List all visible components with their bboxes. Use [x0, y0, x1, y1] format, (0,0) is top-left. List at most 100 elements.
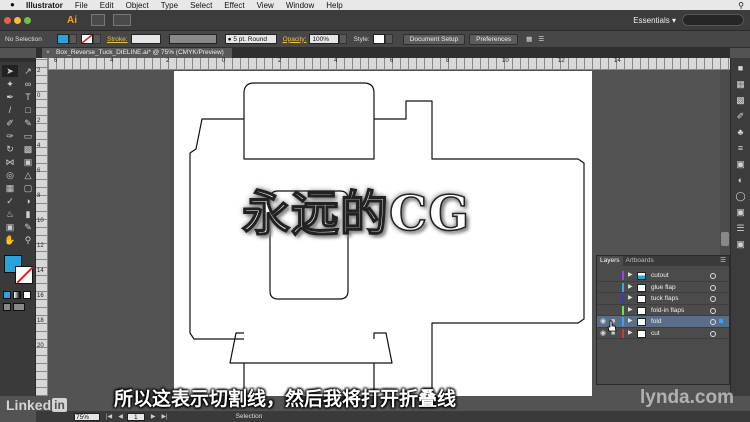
target-icon[interactable] — [710, 273, 716, 279]
stroke-panel-icon[interactable]: ≡ — [734, 142, 748, 154]
layer-name[interactable]: fold-in flaps — [651, 305, 684, 316]
opacity-label[interactable]: Opacity: — [283, 36, 307, 43]
gradient-panel-icon[interactable]: ▣ — [734, 158, 748, 170]
magic-wand-tool-icon[interactable]: ✦ — [2, 78, 18, 90]
zoom-window-button[interactable] — [24, 16, 31, 24]
arrange-documents-button[interactable] — [113, 14, 131, 26]
menu-type[interactable]: Type — [161, 1, 178, 10]
target-icon[interactable] — [710, 284, 716, 291]
vertical-scrollbar[interactable] — [720, 70, 730, 255]
width-tool-icon[interactable]: ⋈ — [2, 156, 18, 168]
help-search-input[interactable] — [682, 14, 744, 26]
appearance-panel-icon[interactable]: ◯ — [734, 190, 748, 202]
paintbrush-tool-icon[interactable]: ✐ — [2, 117, 18, 129]
layer-name[interactable]: fold — [651, 316, 661, 327]
slice-tool-icon[interactable]: ✎ — [20, 221, 36, 233]
none-mode-button[interactable] — [23, 291, 31, 299]
stroke-dropdown[interactable] — [93, 34, 101, 44]
expand-arrow-icon[interactable]: ▶ — [628, 270, 633, 281]
pencil-tool-icon[interactable]: ✎ — [20, 117, 36, 129]
lasso-tool-icon[interactable]: ∞ — [20, 78, 36, 90]
color-mode-button[interactable] — [3, 291, 11, 299]
layer-row-fold-in-flaps[interactable]: ▶ fold-in flaps — [597, 305, 729, 316]
perspective-grid-tool-icon[interactable]: △ — [20, 169, 36, 181]
menu-window[interactable]: Window — [286, 1, 314, 10]
pen-tool-icon[interactable]: ✒ — [2, 91, 18, 103]
brushes-panel-icon[interactable]: ✐ — [734, 110, 748, 122]
close-window-button[interactable] — [4, 16, 11, 24]
menu-object[interactable]: Object — [126, 1, 149, 10]
last-artboard-icon[interactable]: ▶| — [161, 413, 167, 420]
fill-swatch[interactable] — [57, 34, 69, 44]
menu-view[interactable]: View — [257, 1, 274, 10]
stroke-swatch[interactable] — [81, 34, 93, 44]
first-artboard-icon[interactable]: |◀ — [106, 413, 112, 420]
bridge-button[interactable] — [91, 14, 105, 26]
target-icon[interactable] — [710, 319, 716, 325]
opacity-dropdown[interactable] — [339, 34, 348, 44]
document-tab[interactable]: × Box_Reverse_Tuck_DIELINE.ai* @ 75% (CM… — [42, 48, 232, 58]
expand-arrow-icon[interactable]: ▶ — [628, 282, 633, 293]
zoom-tool-icon[interactable]: ⚲ — [20, 234, 36, 246]
symbol-sprayer-tool-icon[interactable]: ♨ — [2, 208, 18, 220]
tab-layers[interactable]: Layers — [597, 256, 623, 266]
tab-artboards[interactable]: Artboards — [623, 256, 657, 266]
rectangle-tool-icon[interactable]: □ — [20, 104, 36, 116]
layer-name[interactable]: tuck flaps — [651, 293, 678, 304]
hand-tool-icon[interactable]: ✋ — [2, 234, 18, 246]
mesh-tool-icon[interactable]: ▦ — [2, 182, 18, 194]
stroke-label[interactable]: Stroke: — [107, 36, 128, 43]
scale-tool-icon[interactable]: ▩ — [20, 143, 36, 155]
expand-arrow-icon[interactable]: ▶ — [628, 328, 633, 339]
column-graph-tool-icon[interactable]: ▮ — [20, 208, 36, 220]
vertical-ruler[interactable]: 2 0 2 4 6 8 10 12 14 16 18 20 — [36, 58, 48, 396]
previous-artboard-icon[interactable]: ◀ — [118, 413, 123, 420]
layer-name[interactable]: cut — [651, 328, 660, 339]
color-panel-icon[interactable]: ■ — [734, 62, 748, 74]
swatches-panel-icon[interactable]: ▩ — [734, 94, 748, 106]
layer-row-cutout[interactable]: ▶ cutout — [597, 270, 729, 282]
menu-file[interactable]: File — [75, 1, 88, 10]
brush-definition-field[interactable]: ● 5 pt. Round — [224, 34, 277, 44]
free-transform-tool-icon[interactable]: ▣ — [20, 156, 36, 168]
draw-normal-button[interactable] — [3, 303, 11, 311]
current-tool-status[interactable]: Selection — [236, 413, 263, 420]
layer-name[interactable]: glue flap — [651, 282, 676, 293]
scrollbar-thumb[interactable] — [721, 232, 729, 246]
color-guide-icon[interactable]: ▦ — [734, 78, 748, 90]
expand-arrow-icon[interactable]: ▶ — [628, 316, 633, 327]
gradient-tool-icon[interactable]: ▢ — [20, 182, 36, 194]
target-icon[interactable] — [710, 296, 716, 302]
menu-help[interactable]: Help — [326, 1, 342, 10]
menu-app-name[interactable]: Illustrator — [26, 1, 63, 10]
layers-panel-icon[interactable]: ☰ — [734, 222, 748, 234]
shape-builder-tool-icon[interactable]: ◎ — [2, 169, 18, 181]
transparency-panel-icon[interactable]: ◐ — [734, 174, 748, 186]
target-icon[interactable] — [710, 330, 716, 337]
preferences-button[interactable]: Preferences — [469, 33, 519, 45]
opacity-field[interactable]: 100% — [309, 34, 340, 44]
selection-tool-icon[interactable]: ➤ — [2, 65, 18, 77]
fill-dropdown[interactable] — [69, 34, 77, 44]
menu-select[interactable]: Select — [190, 1, 212, 10]
direct-selection-tool-icon[interactable]: ↗ — [20, 65, 36, 77]
screen-mode-button[interactable] — [13, 303, 25, 311]
eyedropper-tool-icon[interactable]: ✓ — [2, 195, 18, 207]
panel-menu-icon[interactable]: ☰ — [538, 35, 544, 43]
graphic-styles-panel-icon[interactable]: ▣ — [734, 206, 748, 218]
gradient-mode-button[interactable] — [13, 291, 21, 299]
document-setup-button[interactable]: Document Setup — [402, 33, 466, 45]
next-artboard-icon[interactable]: ▶ — [151, 413, 156, 420]
zoom-level-field[interactable]: 75% — [74, 412, 100, 421]
workspace-dropdown[interactable]: Essentials ▾ — [633, 16, 676, 25]
minimize-window-button[interactable] — [14, 16, 21, 24]
stroke-color-box[interactable] — [15, 266, 33, 284]
artboard-tool-icon[interactable]: ▣ — [2, 221, 18, 233]
selection-indicator[interactable] — [719, 319, 723, 323]
artboards-panel-icon[interactable]: ▣ — [734, 238, 748, 250]
artboard-number-field[interactable]: 1 — [126, 412, 145, 421]
eraser-tool-icon[interactable]: ▭ — [20, 130, 36, 142]
graphic-style-swatch[interactable] — [372, 34, 385, 44]
line-tool-icon[interactable]: / — [2, 104, 18, 116]
type-tool-icon[interactable]: T — [20, 91, 36, 103]
